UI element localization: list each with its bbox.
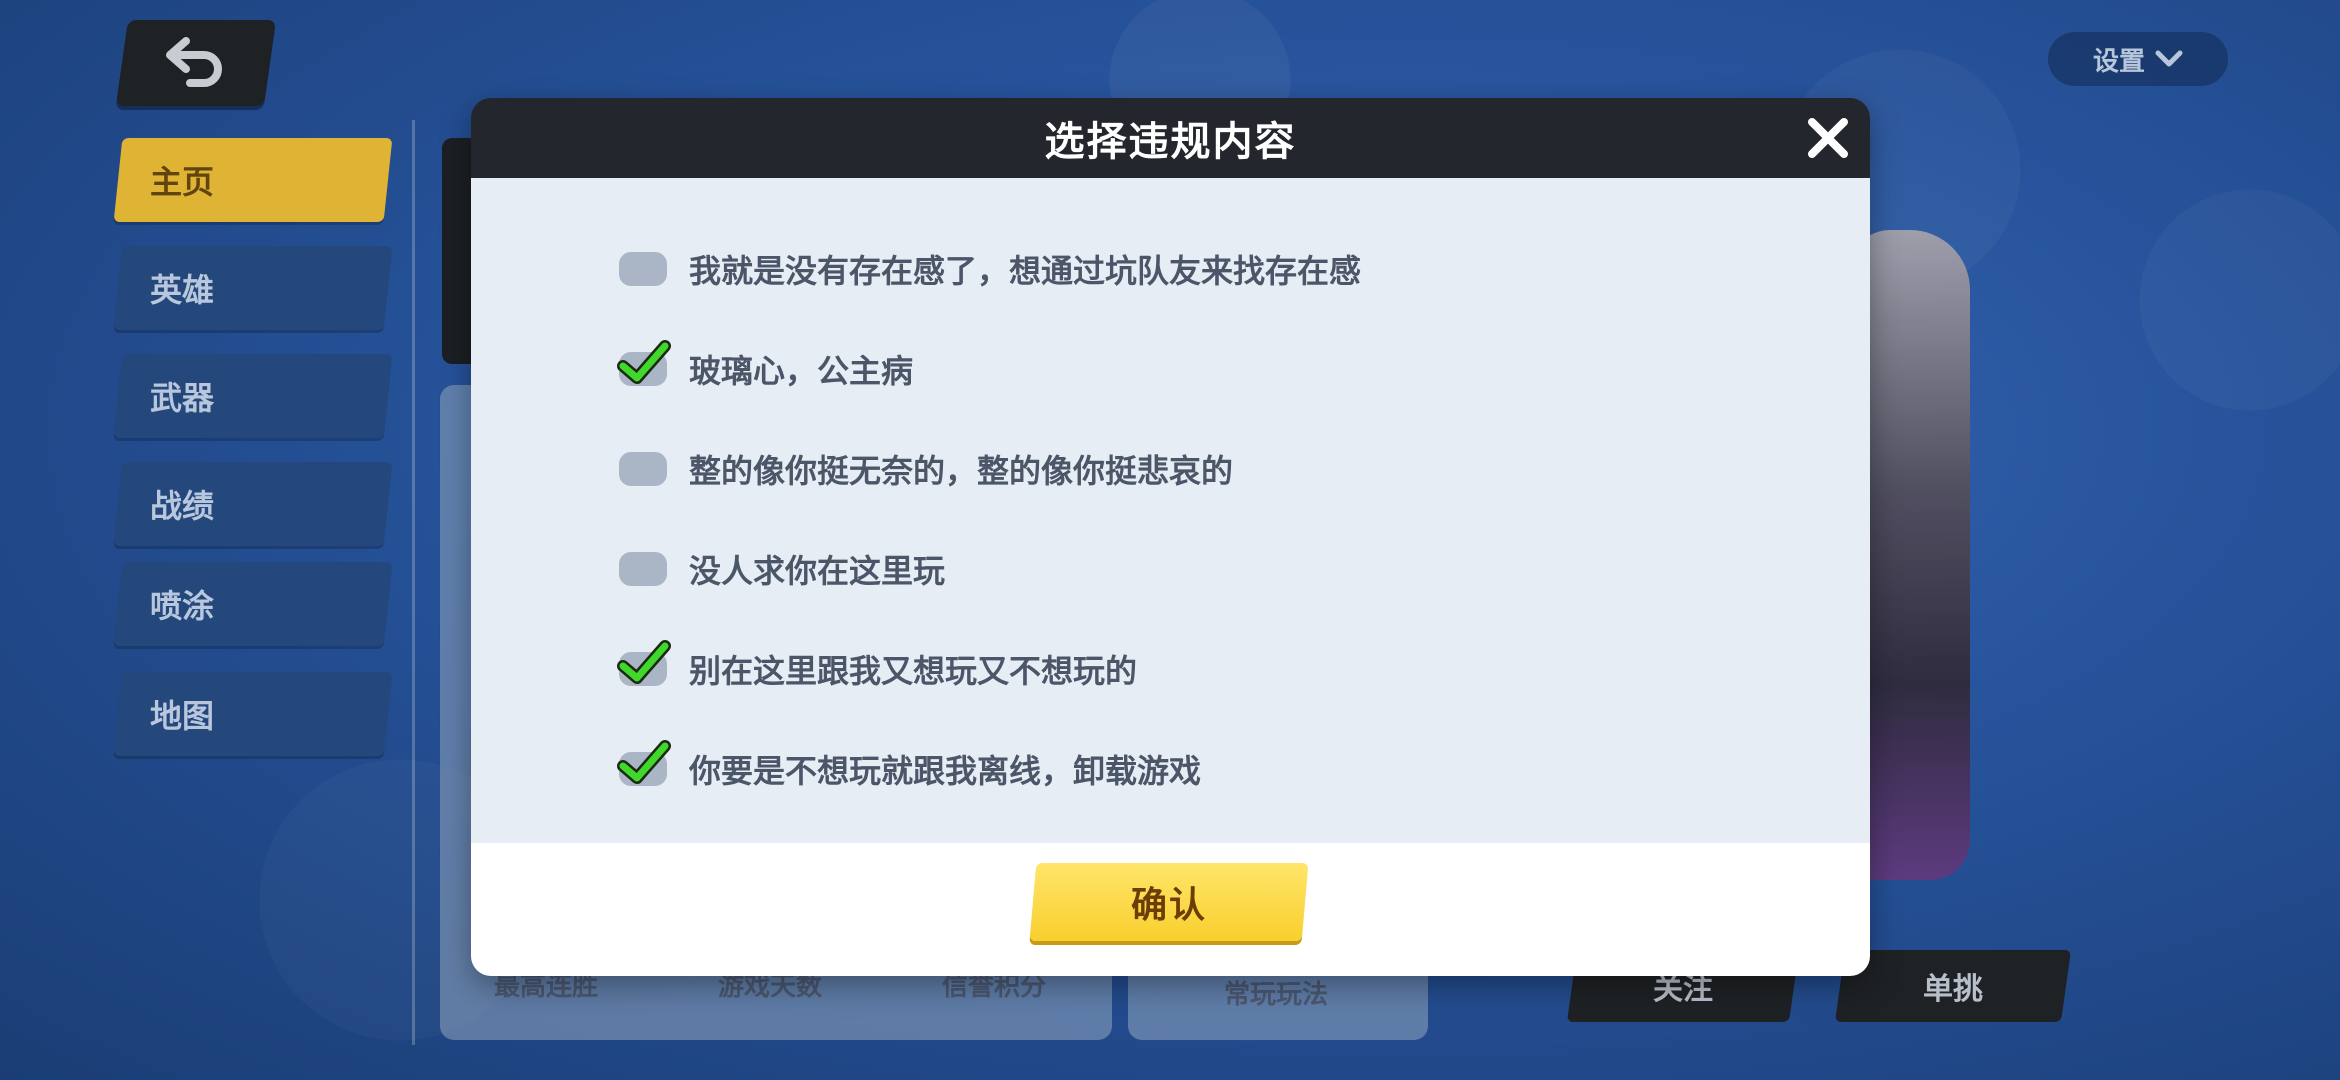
option-item[interactable]: 玻璃心，公主病	[617, 340, 914, 394]
checkbox[interactable]	[619, 552, 667, 586]
checkmark-icon	[617, 640, 671, 684]
close-icon	[1808, 118, 1848, 158]
option-item[interactable]: 没人求你在这里玩	[619, 544, 945, 594]
option-item[interactable]: 整的像你挺无奈的，整的像你挺悲哀的	[619, 444, 1233, 494]
checkbox[interactable]	[617, 340, 671, 386]
close-button[interactable]	[1800, 110, 1856, 166]
checkmark-icon	[617, 740, 671, 784]
checkbox[interactable]	[617, 640, 671, 686]
checkbox[interactable]	[619, 452, 667, 486]
report-modal: 选择违规内容 我就是没有存在感了，想通过坑队友来找存在感 玻璃心，公主病 整的像…	[471, 98, 1870, 976]
option-label: 整的像你挺无奈的，整的像你挺悲哀的	[689, 452, 1234, 490]
option-label: 我就是没有存在感了，想通过坑队友来找存在感	[689, 252, 1362, 290]
checkmark-icon	[617, 340, 671, 384]
option-label: 别在这里跟我又想玩又不想玩的	[689, 652, 1138, 690]
confirm-label: 确认	[1130, 885, 1207, 926]
checkbox[interactable]	[617, 740, 671, 786]
modal-header: 选择违规内容	[471, 98, 1870, 178]
checkbox[interactable]	[619, 252, 667, 286]
modal-footer: 确认	[471, 843, 1870, 976]
modal-title: 选择违规内容	[1044, 119, 1297, 165]
option-list: 我就是没有存在感了，想通过坑队友来找存在感 玻璃心，公主病 整的像你挺无奈的，整…	[471, 178, 1870, 843]
option-label: 没人求你在这里玩	[689, 552, 946, 590]
option-item[interactable]: 我就是没有存在感了，想通过坑队友来找存在感	[619, 244, 1361, 294]
option-label: 玻璃心，公主病	[689, 352, 914, 390]
option-label: 你要是不想玩就跟我离线，卸载游戏	[689, 752, 1202, 790]
option-item[interactable]: 你要是不想玩就跟我离线，卸载游戏	[617, 740, 1202, 794]
option-item[interactable]: 别在这里跟我又想玩又不想玩的	[617, 640, 1138, 694]
confirm-button[interactable]: 确认	[1029, 863, 1309, 941]
